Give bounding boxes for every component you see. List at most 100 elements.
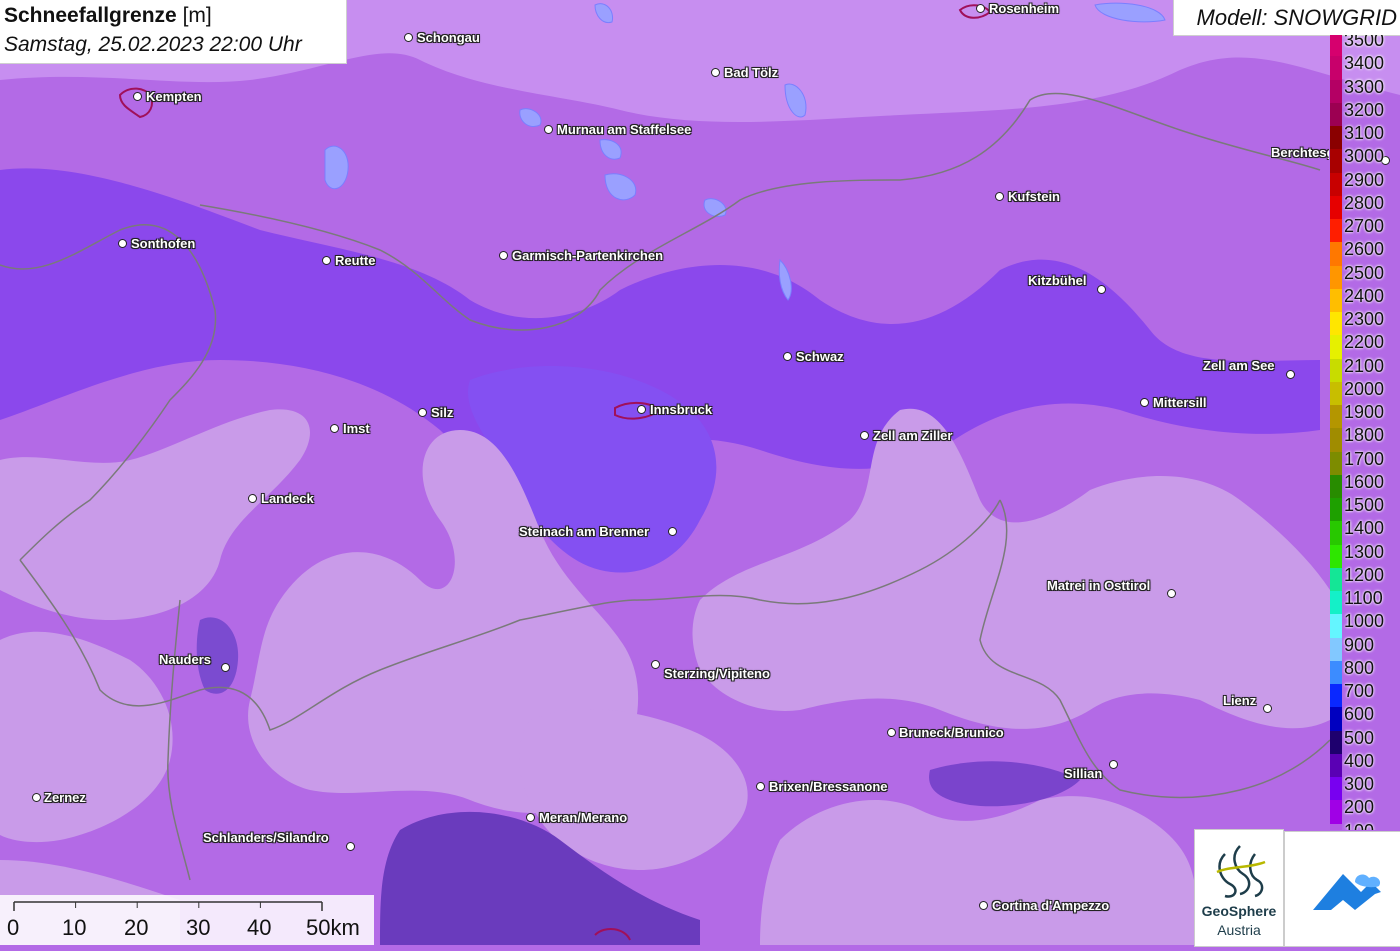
city-dot-icon (330, 424, 339, 433)
legend-label-2100: 2100 (1344, 355, 1385, 376)
legend-label-500: 500 (1344, 727, 1375, 748)
geosphere-swirl-icon (1216, 845, 1266, 898)
city-imst-label: Imst (343, 421, 370, 436)
mountain-cloud-icon (1313, 874, 1381, 910)
map-title-unit: [m] (182, 4, 212, 27)
legend-label-1800: 1800 (1344, 425, 1385, 446)
legend-swatch-2800 (1330, 195, 1342, 219)
legend-swatch-300 (1330, 777, 1342, 801)
legend-swatch-400 (1330, 753, 1342, 777)
legend-label-2400: 2400 (1344, 285, 1385, 306)
scale-tick-50km: 50km (306, 915, 360, 940)
map-title: Schneefallgrenze [m] (4, 4, 212, 28)
geosphere-logo-sub: Austria (1217, 922, 1261, 938)
city-dot-icon (1167, 589, 1176, 598)
legend-swatch-3200 (1330, 102, 1342, 126)
city-cortina-label: Cortina d'Ampezzo (992, 898, 1110, 913)
legend-label-3000: 3000 (1344, 146, 1385, 167)
city-kempten-label: Kempten (146, 89, 202, 104)
city-dot-icon (995, 192, 1004, 201)
legend-label-1300: 1300 (1344, 541, 1385, 562)
legend-swatch-2700 (1330, 219, 1342, 243)
city-dot-icon (979, 901, 988, 910)
city-reutte-label: Reutte (335, 253, 376, 268)
snowfall-line-map[interactable] (0, 0, 1400, 945)
city-schwaz-label: Schwaz (796, 349, 844, 364)
snowgrid-app-logo[interactable] (1284, 831, 1400, 947)
city-dot-icon (651, 660, 660, 669)
legend-swatch-800 (1330, 660, 1342, 684)
legend-label-600: 600 (1344, 704, 1375, 725)
city-dot-icon (1109, 760, 1118, 769)
city-dot-icon (783, 352, 792, 361)
city-garmisch-label: Garmisch-Partenkirchen (512, 248, 664, 263)
city-dot-icon (32, 793, 41, 802)
legend-swatch-3400 (1330, 56, 1342, 80)
city-steinach-label: Steinach am Brenner (519, 524, 650, 539)
city-dot-icon (1286, 370, 1295, 379)
legend-swatch-1700 (1330, 451, 1342, 475)
city-dot-icon (1263, 704, 1272, 713)
city-dot-icon (544, 125, 553, 134)
legend-label-2600: 2600 (1344, 239, 1385, 260)
city-nauders-label: Nauders (159, 652, 212, 667)
legend-swatch-3100 (1330, 126, 1342, 150)
legend-label-1900: 1900 (1344, 402, 1385, 422)
legend-label-900: 900 (1344, 634, 1375, 655)
scale-tick-30: 30 (186, 915, 211, 940)
legend-label-1000: 1000 (1344, 611, 1385, 632)
legend-swatch-3500 (1330, 35, 1342, 57)
city-dot-icon (668, 527, 677, 536)
legend-swatch-2000 (1330, 381, 1342, 405)
legend-swatch-1100 (1330, 591, 1342, 615)
city-bruneck-label: Bruneck/Brunico (899, 725, 1004, 740)
model-label: Modell: SNOWGRID (1196, 5, 1397, 30)
legend-label-1400: 1400 (1344, 518, 1385, 539)
legend-swatch-2600 (1330, 242, 1342, 266)
legend-swatch-100 (1330, 823, 1342, 830)
color-legend: 3500 3400 3300 3200 3100 3000 2900 2800 2700 2600… (1328, 35, 1400, 830)
legend-label-2900: 2900 (1344, 169, 1385, 190)
city-dot-icon (346, 842, 355, 851)
legend-swatch-1500 (1330, 498, 1342, 522)
city-silz-label: Silz (431, 405, 454, 420)
city-dot-icon (221, 663, 230, 672)
city-dot-icon (860, 431, 869, 440)
geosphere-logo-name: GeoSphere (1201, 903, 1277, 919)
legend-label-1700: 1700 (1344, 448, 1385, 469)
scale-bar: 0 10 20 30 40 50km (0, 895, 374, 945)
legend-swatch-700 (1330, 684, 1342, 708)
map-title-main: Schneefallgrenze (4, 4, 177, 27)
city-rosenheim-label: Rosenheim (989, 1, 1060, 16)
legend-swatch-1800 (1330, 428, 1342, 452)
geosphere-austria-logo[interactable]: GeoSphere Austria (1194, 829, 1284, 947)
legend-swatch-2200 (1330, 335, 1342, 359)
legend-label-2800: 2800 (1344, 192, 1385, 213)
legend-label-700: 700 (1344, 681, 1375, 701)
city-dot-icon (756, 782, 765, 791)
city-dot-icon (526, 813, 535, 822)
city-kitzbuehel-label: Kitzbühel (1028, 273, 1087, 288)
city-dot-icon (248, 494, 257, 503)
city-sterzing-label: Sterzing/Vipiteno (664, 666, 770, 681)
city-zell-am-see-label: Zell am See (1203, 358, 1275, 373)
city-dot-icon (887, 728, 896, 737)
legend-label-100: 100 (1344, 821, 1374, 831)
city-innsbruck-label: Innsbruck (650, 402, 713, 417)
city-dot-icon (499, 251, 508, 260)
scale-tick-20: 20 (124, 915, 149, 940)
city-schlanders-label: Schlanders/Silandro (203, 830, 329, 845)
legend-swatch-2300 (1330, 312, 1342, 336)
legend-label-2500: 2500 (1344, 262, 1385, 283)
model-label-box: Modell: SNOWGRID (1173, 0, 1400, 36)
legend-label-2300: 2300 (1344, 309, 1385, 329)
legend-label-2700: 2700 (1344, 216, 1385, 236)
legend-label-800: 800 (1344, 657, 1375, 678)
legend-swatch-2900 (1330, 172, 1342, 196)
legend-swatch-1400 (1330, 521, 1342, 545)
city-zell-am-ziller-label: Zell am Ziller (873, 428, 953, 443)
scale-bar-ruler (13, 901, 323, 911)
city-murnau-label: Murnau am Staffelsee (557, 122, 692, 137)
city-brixen-label: Brixen/Bressanone (769, 779, 888, 794)
legend-label-2000: 2000 (1344, 378, 1385, 399)
